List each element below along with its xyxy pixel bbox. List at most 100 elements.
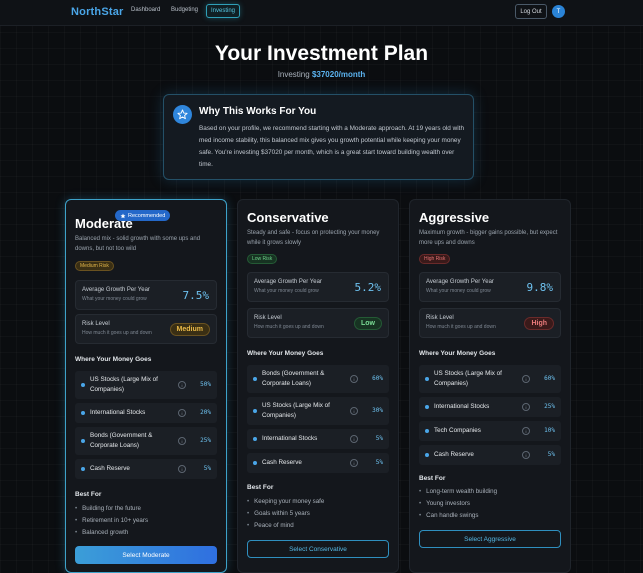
- bullet-dot: [425, 453, 429, 457]
- plan-description: Balanced mix - solid growth with some up…: [75, 236, 201, 252]
- brand-logo[interactable]: NorthStar: [71, 6, 124, 18]
- alloc-pct: 25%: [200, 437, 211, 444]
- nav-budgeting[interactable]: Budgeting: [171, 7, 198, 13]
- best-for-item: Retirement in 10+ years: [75, 517, 148, 524]
- list-item: Tech Companies i 10%: [419, 421, 561, 441]
- bullet-dot: [81, 383, 85, 387]
- bullet-dot: [253, 377, 257, 381]
- growth-sub: What your money could grow: [254, 288, 319, 294]
- alloc-name: Bonds (Government & Corporate Loans): [90, 432, 153, 449]
- plan-card-aggressive: Aggressive Maximum growth - bigger gains…: [409, 199, 571, 573]
- growth-value: 9.8%: [526, 281, 554, 294]
- info-icon[interactable]: i: [522, 375, 530, 383]
- nav-investing[interactable]: Investing: [206, 4, 241, 18]
- risk-label: Risk Level: [254, 315, 282, 321]
- list-item: US Stocks (Large Mix of Companies) i 30%: [247, 397, 389, 425]
- best-for-item: Peace of mind: [247, 522, 294, 529]
- info-icon[interactable]: i: [350, 459, 358, 467]
- alloc-heading: Where Your Money Goes: [75, 356, 152, 363]
- alloc-name: US Stocks (Large Mix of Companies): [434, 370, 502, 387]
- alloc-pct: 10%: [544, 427, 555, 434]
- growth-label: Average Growth Per Year: [82, 287, 150, 293]
- select-moderate-button[interactable]: Select Moderate: [75, 546, 217, 564]
- nav-dashboard[interactable]: Dashboard: [131, 7, 160, 13]
- best-for-item: Long-term wealth building: [419, 488, 497, 495]
- growth-sub: What your money could grow: [426, 288, 491, 294]
- risk-metric: Risk Level How much it goes up and down …: [419, 308, 561, 338]
- bullet-dot: [253, 437, 257, 441]
- alloc-heading: Where Your Money Goes: [419, 350, 496, 357]
- alloc-name: International Stocks: [90, 409, 146, 416]
- risk-value: High: [524, 317, 554, 330]
- risk-label: Risk Level: [426, 315, 454, 321]
- alloc-name: Bonds (Government & Corporate Loans): [262, 370, 325, 387]
- info-icon[interactable]: i: [178, 465, 186, 473]
- select-conservative-button[interactable]: Select Conservative: [247, 540, 389, 558]
- why-title: Why This Works For You: [199, 106, 317, 117]
- info-icon[interactable]: i: [522, 403, 530, 411]
- list-item: US Stocks (Large Mix of Companies) i 50%: [75, 371, 217, 399]
- alloc-name: US Stocks (Large Mix of Companies): [90, 376, 158, 393]
- risk-tag: Medium Risk: [75, 261, 114, 271]
- page-title: Your Investment Plan: [214, 42, 429, 65]
- info-icon[interactable]: i: [178, 381, 186, 389]
- info-icon[interactable]: i: [522, 451, 530, 459]
- plan-description: Maximum growth - bigger gains possible, …: [419, 230, 558, 246]
- info-icon[interactable]: i: [522, 427, 530, 435]
- risk-value: Medium: [169, 323, 210, 336]
- list-item: Cash Reserve i 5%: [75, 459, 217, 479]
- list-item: International Stocks i 20%: [75, 403, 217, 423]
- info-icon[interactable]: i: [350, 407, 358, 415]
- alloc-pct: 5%: [375, 435, 383, 442]
- alloc-pct: 60%: [544, 375, 555, 382]
- bullet-dot: [81, 411, 85, 415]
- growth-metric: Average Growth Per Year What your money …: [419, 272, 561, 302]
- risk-sub: How much it goes up and down: [254, 324, 324, 330]
- best-for-item: Balanced growth: [75, 529, 128, 536]
- avatar[interactable]: T: [552, 5, 565, 18]
- plan-title: Conservative: [247, 210, 329, 225]
- plan-card-conservative: Conservative Steady and safe - focus on …: [237, 199, 399, 573]
- alloc-name: International Stocks: [262, 435, 318, 442]
- recommended-label: Recommended: [128, 212, 166, 219]
- info-icon[interactable]: i: [350, 375, 358, 383]
- alloc-pct: 20%: [200, 409, 211, 416]
- info-icon[interactable]: i: [178, 409, 186, 417]
- logout-button[interactable]: Log Out: [515, 4, 547, 19]
- alloc-heading: Where Your Money Goes: [247, 350, 324, 357]
- best-for-item: Can handle swings: [419, 512, 478, 519]
- star-icon: [173, 105, 192, 124]
- growth-metric: Average Growth Per Year What your money …: [247, 272, 389, 302]
- list-item: Bonds (Government & Corporate Loans) i 6…: [247, 365, 389, 393]
- growth-value: 5.2%: [354, 281, 382, 294]
- why-body: Based on your profile, we recommend star…: [199, 125, 464, 168]
- list-item: Bonds (Government & Corporate Loans) i 2…: [75, 427, 217, 455]
- top-navbar: NorthStar Dashboard Budgeting Investing …: [0, 0, 643, 26]
- info-icon[interactable]: i: [350, 435, 358, 443]
- best-for-heading: Best For: [247, 484, 274, 491]
- risk-sub: How much it goes up and down: [82, 330, 152, 336]
- page-subtitle: Investing $37020/month: [0, 70, 643, 79]
- risk-metric: Risk Level How much it goes up and down …: [75, 314, 217, 344]
- growth-sub: What your money could grow: [82, 296, 147, 302]
- alloc-pct: 60%: [372, 375, 383, 382]
- risk-value: Low: [354, 317, 382, 330]
- select-aggressive-button[interactable]: Select Aggressive: [419, 530, 561, 548]
- subtitle-prefix: Investing: [277, 70, 310, 79]
- alloc-pct: 30%: [372, 407, 383, 414]
- best-for-heading: Best For: [75, 491, 102, 498]
- list-item: US Stocks (Large Mix of Companies) i 60%: [419, 365, 561, 393]
- growth-label: Average Growth Per Year: [426, 279, 494, 285]
- risk-tag: Low Risk: [247, 254, 278, 264]
- alloc-name: Cash Reserve: [90, 465, 130, 472]
- info-icon[interactable]: i: [178, 437, 186, 445]
- alloc-pct: 25%: [544, 403, 555, 410]
- plan-description: Steady and safe - focus on protecting yo…: [247, 230, 380, 246]
- list-item: International Stocks i 5%: [247, 429, 389, 449]
- bullet-dot: [425, 429, 429, 433]
- bullet-dot: [81, 467, 85, 471]
- list-item: International Stocks i 25%: [419, 397, 561, 417]
- list-item: Cash Reserve i 5%: [247, 453, 389, 473]
- bullet-dot: [425, 377, 429, 381]
- bullet-dot: [425, 405, 429, 409]
